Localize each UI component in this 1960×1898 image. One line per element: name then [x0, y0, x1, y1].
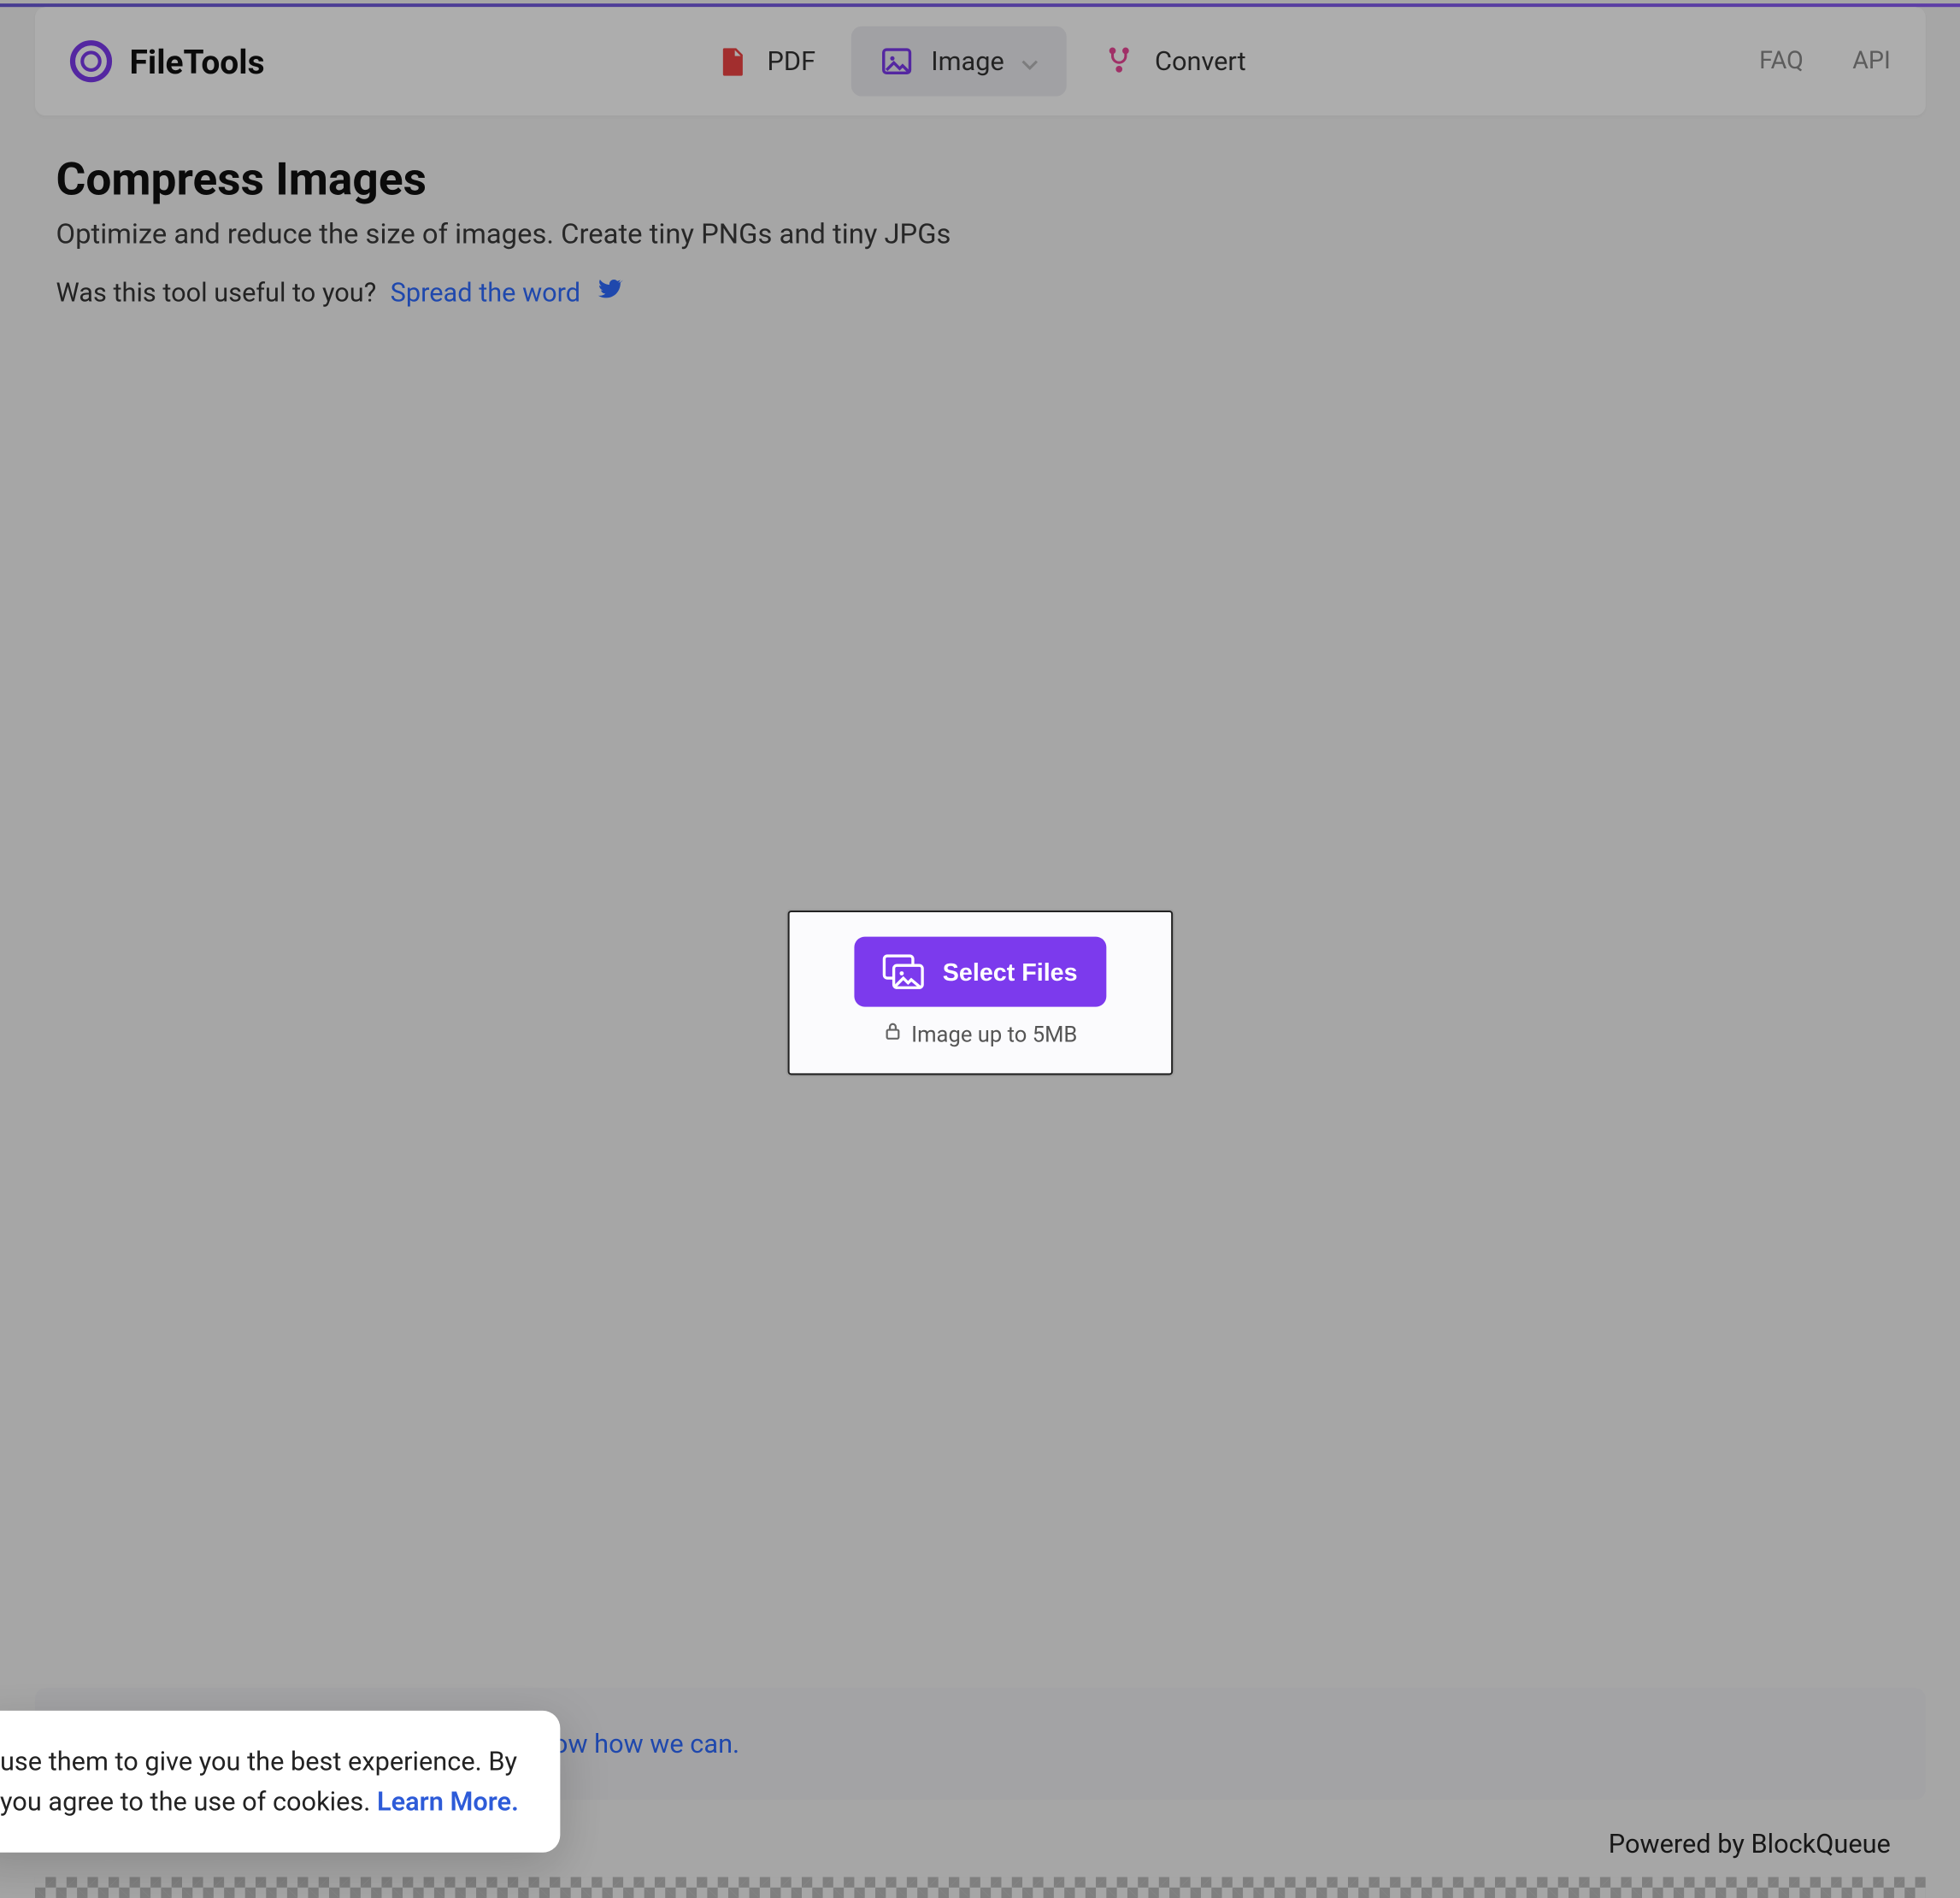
share-question: Was this tool useful to you? — [56, 277, 377, 309]
file-dropzone[interactable]: Select Files Image up to 5MB — [788, 911, 1174, 1076]
brand-logo-icon — [70, 40, 112, 82]
nav-center: PDF Image Convert — [686, 27, 1274, 97]
cookie-learn-more-link[interactable]: Learn More. — [377, 1785, 519, 1817]
select-files-label: Select Files — [943, 958, 1078, 986]
cookie-text-1: use them to give you the best experience… — [0, 1746, 517, 1777]
twitter-icon[interactable] — [595, 275, 623, 310]
transparency-checker — [35, 1877, 1926, 1898]
images-stack-icon — [883, 954, 925, 989]
nav-label: Convert — [1155, 45, 1246, 77]
lock-icon — [883, 1021, 900, 1049]
dropzone-hint-text: Image up to 5MB — [911, 1022, 1077, 1048]
nav-item-pdf[interactable]: PDF — [686, 27, 844, 97]
dropzone-hint: Image up to 5MB — [883, 1021, 1077, 1049]
nav-right: FAQ API — [1759, 47, 1891, 75]
nav-link-faq[interactable]: FAQ — [1759, 47, 1804, 75]
brand-name: FileTools — [130, 41, 265, 81]
pdf-file-icon — [715, 44, 750, 79]
nav-label: PDF — [768, 45, 816, 77]
image-icon — [879, 44, 914, 79]
page-subtitle: Optimize and reduce the size of images. … — [56, 217, 1905, 251]
convert-icon — [1103, 44, 1138, 79]
share-row: Was this tool useful to you? Spread the … — [56, 275, 1905, 310]
select-files-button[interactable]: Select Files — [855, 937, 1105, 1007]
nav-label: Image — [931, 45, 1004, 77]
share-link[interactable]: Spread the word — [391, 277, 580, 309]
brand[interactable]: FileTools — [70, 40, 265, 82]
nav-link-api[interactable]: API — [1852, 47, 1891, 75]
cookie-banner: use them to give you the best experience… — [0, 1711, 560, 1853]
footer-powered: Powered by BlockQueue — [1609, 1828, 1891, 1860]
nav-item-convert[interactable]: Convert — [1074, 27, 1274, 97]
page-header: Compress Images Optimize and reduce the … — [56, 154, 1905, 309]
chevron-down-icon — [1021, 45, 1039, 77]
nav-item-image[interactable]: Image — [851, 27, 1068, 97]
page-title: Compress Images — [56, 154, 1905, 206]
main-nav: FileTools PDF Image Convert FAQ API — [35, 7, 1926, 115]
cookie-text-2: you agree to the use of cookies. — [0, 1785, 370, 1817]
